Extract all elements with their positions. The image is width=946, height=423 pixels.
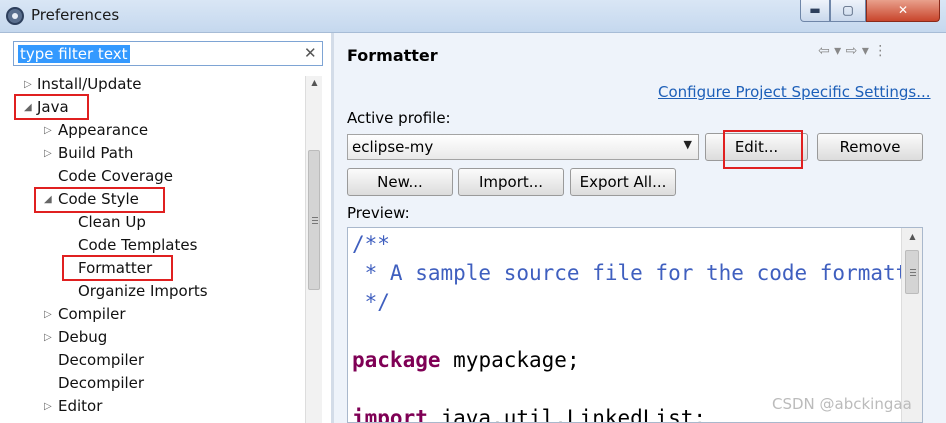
tree-item-editor[interactable]: ▷ Editor [44, 395, 102, 418]
highlight-box-edit [723, 130, 803, 169]
highlight-box-formatter [62, 255, 173, 281]
code-line: import java.util.LinkedList; [352, 404, 707, 423]
scroll-up-icon[interactable]: ▲ [902, 232, 922, 241]
expand-arrow-icon[interactable]: ▷ [44, 303, 56, 326]
filter-input-text: type filter text [18, 45, 130, 63]
minimize-button[interactable]: ▬ [800, 0, 830, 22]
tree-item-decompiler[interactable]: Decompiler [58, 372, 144, 395]
tree-item-debug[interactable]: ▷ Debug [44, 326, 107, 349]
watermark: CSDN @abckingaa [772, 395, 912, 413]
code-preview: /** * A sample source file for the code … [347, 227, 923, 423]
tree-scrollbar[interactable]: ▲ [305, 76, 322, 423]
preference-tree-panel: type filter text ✕ ▷ Install/Update ◢ Ja… [0, 33, 331, 423]
navigation-arrows-icon[interactable]: ⇦ ▾ ⇨ ▾ ⋮ [818, 43, 887, 59]
tree-item-build-path[interactable]: ▷ Build Path [44, 142, 133, 165]
expand-arrow-icon[interactable]: ▷ [44, 142, 56, 165]
preview-scrollbar[interactable]: ▲ [901, 228, 922, 422]
import-button[interactable]: Import... [458, 168, 564, 196]
active-profile-value: eclipse-my [352, 138, 434, 156]
expand-arrow-icon[interactable]: ▷ [44, 119, 56, 142]
eclipse-icon [6, 7, 24, 25]
expand-arrow-icon[interactable]: ▷ [44, 395, 56, 418]
export-all-button[interactable]: Export All... [570, 168, 676, 196]
code-line: package mypackage; [352, 346, 580, 375]
highlight-box-code-style [34, 187, 165, 213]
formatter-page: Formatter ⇦ ▾ ⇨ ▾ ⋮ Configure Project Sp… [334, 33, 946, 423]
filter-input[interactable]: type filter text ✕ [13, 41, 323, 66]
window-title: Preferences [31, 6, 120, 24]
configure-project-settings-link[interactable]: Configure Project Specific Settings... [658, 83, 931, 101]
expand-arrow-icon[interactable]: ▷ [44, 326, 56, 349]
page-title: Formatter [347, 46, 438, 65]
remove-button[interactable]: Remove [817, 133, 923, 161]
preview-label: Preview: [347, 204, 410, 222]
tree-item-compiler[interactable]: ▷ Compiler [44, 303, 126, 326]
active-profile-select[interactable]: eclipse-my ▼ [347, 134, 699, 160]
code-text: mypackage; [440, 348, 580, 372]
code-text: java.util.LinkedList; [427, 406, 707, 423]
code-keyword: package [352, 348, 441, 372]
tree-item-install-update[interactable]: ▷ Install/Update [24, 73, 142, 96]
tree-item-code-templates[interactable]: Code Templates [78, 234, 197, 257]
tree-item-decompiler[interactable]: Decompiler [58, 349, 144, 372]
tree-item-clean-up[interactable]: Clean Up [78, 211, 146, 234]
new-button[interactable]: New... [347, 168, 453, 196]
title-bar: Preferences ▬ ▢ ✕ [0, 0, 946, 33]
code-line: */ [352, 290, 390, 314]
code-keyword: import [352, 406, 428, 423]
active-profile-label: Active profile: [347, 109, 451, 127]
highlight-box-java [14, 94, 89, 120]
tree-item-code-coverage[interactable]: Code Coverage [58, 165, 173, 188]
close-button[interactable]: ✕ [866, 0, 940, 22]
dropdown-arrow-icon[interactable]: ▼ [684, 138, 692, 151]
expand-arrow-icon[interactable]: ▷ [24, 73, 36, 96]
tree-item-appearance[interactable]: ▷ Appearance [44, 119, 148, 142]
scrollbar-thumb[interactable] [308, 150, 320, 290]
clear-filter-icon[interactable]: ✕ [304, 44, 317, 62]
code-line: /** [352, 232, 390, 256]
scrollbar-thumb[interactable] [905, 250, 919, 294]
tree-item-organize-imports[interactable]: Organize Imports [78, 280, 208, 303]
scroll-up-icon[interactable]: ▲ [306, 78, 323, 87]
code-line: * A sample source file for the code form… [364, 261, 923, 285]
maximize-button[interactable]: ▢ [830, 0, 866, 22]
